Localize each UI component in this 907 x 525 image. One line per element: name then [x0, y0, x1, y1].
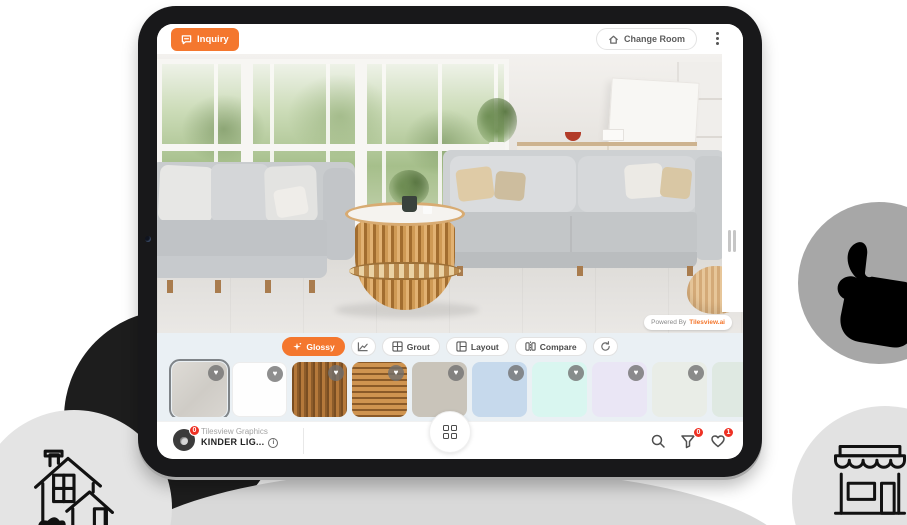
tile-swatch-walnut-vertical[interactable]: ♥	[292, 362, 347, 417]
decor-thumb-circle	[798, 202, 907, 364]
favorite-heart-icon[interactable]: ♥	[568, 365, 584, 381]
tile-swatch-grey-marble[interactable]: ♥	[172, 362, 227, 417]
favorite-heart-icon[interactable]: ♥	[208, 365, 224, 381]
favorite-heart-icon[interactable]: ♥	[508, 365, 524, 381]
grout-grid-icon	[392, 341, 403, 352]
throw-pillow	[624, 163, 664, 200]
search-button[interactable]	[650, 432, 667, 449]
favorite-heart-icon[interactable]: ♥	[448, 365, 464, 381]
sofa-right-armrest	[695, 156, 725, 260]
tile-swatch-powder-blue[interactable]: ♥	[472, 362, 527, 417]
area-chart-icon	[357, 341, 369, 352]
powered-by-brand: Tilesview.ai	[689, 319, 725, 326]
grid-icon	[443, 425, 457, 439]
brand-logo[interactable]: 0	[173, 429, 195, 451]
brand-block: Tilesview Graphics KINDER LIG... i	[201, 427, 278, 448]
layout-icon	[456, 341, 467, 352]
plant-foliage	[477, 98, 517, 144]
shop-icon	[824, 438, 907, 524]
filter-button[interactable]: 0	[680, 432, 697, 449]
wicker-table-band	[349, 262, 461, 280]
powered-by-badge: Powered By Tilesview.ai	[644, 315, 732, 330]
drag-handle-icon[interactable]	[728, 230, 731, 252]
sparkle-icon	[292, 342, 302, 352]
tablet-frame: Inquiry Change Room	[138, 6, 762, 477]
room-photo: Powered By Tilesview.ai	[157, 54, 743, 333]
sofa-left-cushion	[158, 165, 215, 224]
inquiry-button[interactable]: Inquiry	[171, 28, 239, 51]
glossy-label: Glossy	[306, 342, 334, 352]
app-header: Inquiry Change Room	[157, 24, 743, 54]
layout-label: Layout	[471, 342, 499, 352]
tile-swatch-beige-stone[interactable]: ♥	[412, 362, 467, 417]
home-icon	[608, 34, 619, 45]
grout-label: Grout	[407, 342, 430, 352]
bottom-bar: 0 Tilesview Graphics KINDER LIG... i	[157, 421, 743, 459]
divider	[303, 428, 304, 454]
app-screen: Inquiry Change Room	[157, 24, 743, 459]
catalog-grid-button[interactable]	[429, 411, 471, 453]
more-options-button[interactable]	[711, 32, 723, 48]
side-panel-strip	[722, 54, 743, 312]
table-cup	[423, 206, 432, 214]
inquiry-label: Inquiry	[197, 34, 229, 45]
house-icon	[26, 446, 122, 525]
refresh-icon	[600, 341, 611, 352]
tile-swatch-white[interactable]: ♥	[232, 362, 287, 417]
tablet-camera-dot	[145, 236, 151, 242]
search-icon	[650, 433, 666, 449]
bottom-bar-actions: 0 1	[650, 432, 727, 449]
wishlist-badge: 1	[723, 427, 734, 438]
hero-illustration: Inquiry Change Room	[0, 0, 907, 525]
throw-pillow	[494, 171, 526, 202]
tile-swatch-pale-sage[interactable]: ♥	[652, 362, 707, 417]
wishlist-button[interactable]: 1	[710, 432, 727, 449]
throw-pillow	[455, 166, 495, 202]
compare-icon	[525, 341, 536, 352]
sofa-right-base	[443, 252, 697, 268]
tile-swatch-row: ♥ ♥ ♥ ♥ ♥ ♥ ♥ ♥ ♥ ♥	[157, 356, 743, 417]
info-icon[interactable]: i	[268, 438, 278, 448]
change-room-label: Change Room	[624, 34, 685, 44]
tile-panel: Glossy Grout	[157, 333, 743, 421]
layout-button[interactable]: Layout	[446, 337, 509, 356]
change-room-button[interactable]: Change Room	[596, 28, 697, 50]
decor-shop-circle	[792, 406, 907, 525]
grout-button[interactable]: Grout	[382, 337, 440, 356]
tile-swatch-mint-aqua[interactable]: ♥	[532, 362, 587, 417]
glossy-finish-button[interactable]: Glossy	[282, 337, 344, 356]
drag-handle-icon[interactable]	[733, 230, 736, 252]
favorite-heart-icon[interactable]: ♥	[328, 365, 344, 381]
table-vase	[402, 196, 417, 212]
sofa-right-seat	[443, 212, 697, 256]
favorite-heart-icon[interactable]: ♥	[388, 365, 404, 381]
throw-pillow	[660, 167, 693, 200]
sofa-left-cushion	[211, 164, 269, 222]
brand-name: Tilesview Graphics	[201, 427, 278, 437]
tile-swatch-oak-horizontal[interactable]: ♥	[352, 362, 407, 417]
favorite-heart-icon[interactable]: ♥	[688, 365, 704, 381]
tile-swatch-pale-lavender[interactable]: ♥	[592, 362, 647, 417]
sofa-left-base	[157, 256, 327, 278]
decor-box	[602, 129, 624, 141]
tools-toolbar: Glossy Grout	[157, 333, 743, 356]
favorite-heart-icon[interactable]: ♥	[628, 365, 644, 381]
inquiry-chat-icon	[181, 34, 192, 45]
compare-button[interactable]: Compare	[515, 337, 587, 356]
sofa-left-legs	[167, 280, 173, 293]
thumbs-up-icon	[814, 230, 907, 363]
reset-button[interactable]	[593, 337, 618, 356]
tile-swatch-pale-green[interactable]: ♥	[712, 362, 743, 417]
sofa-left-seat	[157, 220, 327, 260]
favorite-heart-icon[interactable]: ♥	[267, 366, 283, 382]
area-chart-button[interactable]	[351, 337, 376, 356]
compare-label: Compare	[540, 342, 577, 352]
logo-badge: 0	[189, 425, 200, 436]
filter-badge: 0	[693, 427, 704, 438]
powered-by-text: Powered By	[651, 319, 686, 326]
product-name: KINDER LIG...	[201, 437, 264, 448]
throw-pillow	[273, 185, 309, 218]
